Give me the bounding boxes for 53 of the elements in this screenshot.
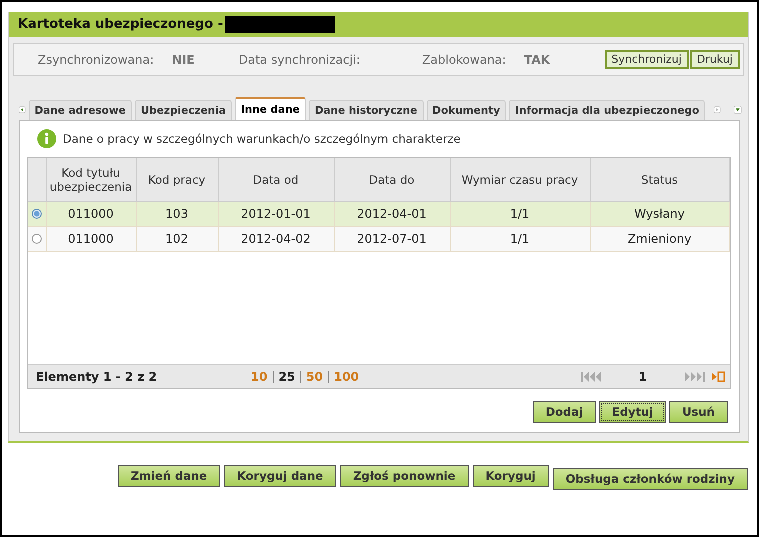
- table-cell: 2012-07-01: [334, 226, 450, 252]
- action-button[interactable]: Zmień dane: [118, 465, 220, 487]
- last-page-icon[interactable]: [684, 370, 706, 382]
- field-value: TAK: [524, 52, 550, 66]
- tab[interactable]: Informacja dla ubezpieczonego: [509, 100, 706, 120]
- radio-button[interactable]: [32, 234, 42, 244]
- first-page-icon[interactable]: [580, 370, 602, 382]
- column-header[interactable]: Wymiar czasu pracy: [450, 158, 590, 202]
- section-title: Dane o pracy w szczególnych warunkach/o szczególnym charakterze: [63, 132, 461, 146]
- table-cell: 2012-01-01: [218, 202, 334, 226]
- action-button[interactable]: Obsługa członków rodziny: [552, 468, 748, 490]
- action-button[interactable]: Koryguj: [472, 465, 549, 487]
- table-cell: 102: [136, 226, 218, 252]
- page-size-option[interactable]: 25: [272, 370, 300, 382]
- radio-button[interactable]: [32, 209, 42, 219]
- action-button[interactable]: Zgłoś ponownie: [340, 465, 469, 487]
- table-cell: 011000: [46, 226, 136, 252]
- toolbar-button[interactable]: Drukuj: [690, 50, 740, 69]
- field-label: Zablokowana:: [422, 52, 506, 66]
- table-cell: 1/1: [450, 226, 590, 252]
- table-cell: 1/1: [450, 202, 590, 226]
- column-header[interactable]: Status: [590, 158, 730, 202]
- tab[interactable]: Dokumenty: [426, 100, 506, 120]
- column-header[interactable]: Kod tytułu ubezpieczenia: [46, 158, 136, 202]
- table-cell: Wysłany: [590, 202, 730, 226]
- info-icon: [37, 129, 57, 149]
- table-cell: 011000: [46, 202, 136, 226]
- dropdown-icon[interactable]: [734, 103, 742, 117]
- table-cell: Zmieniony: [590, 226, 730, 252]
- item-count: Elementy 1 - 2 z 2: [36, 370, 158, 384]
- action-button[interactable]: Usuń: [669, 401, 728, 423]
- column-header[interactable]: Kod pracy: [136, 158, 218, 202]
- tab[interactable]: Dane historyczne: [308, 100, 424, 120]
- table-cell: 2012-04-01: [334, 202, 450, 226]
- page-number: 1: [638, 370, 648, 384]
- action-button[interactable]: Koryguj dane: [224, 465, 336, 487]
- scroll-right-icon[interactable]: [714, 104, 722, 116]
- action-button[interactable]: Dodaj: [532, 401, 596, 423]
- tab[interactable]: Dane adresowe: [28, 100, 132, 120]
- tab[interactable]: Inne dane: [235, 97, 306, 120]
- action-button[interactable]: Edytuj: [599, 401, 666, 423]
- field-label: Zsynchronizowana:: [38, 52, 154, 66]
- export-icon[interactable]: [712, 370, 726, 382]
- column-header[interactable]: Data do: [334, 158, 450, 202]
- tab[interactable]: Ubezpieczenia: [134, 100, 232, 120]
- table-cell: 2012-04-02: [218, 226, 334, 252]
- field-value: NIE: [172, 52, 195, 66]
- column-header[interactable]: Data od: [218, 158, 334, 202]
- field-label: Data synchronizacji:: [238, 52, 360, 66]
- toolbar-button[interactable]: Synchronizuj: [604, 50, 689, 69]
- scroll-left-icon[interactable]: [19, 104, 26, 116]
- table-cell: 103: [136, 202, 218, 226]
- window-title: Kartoteka ubezpieczonego -: [18, 17, 224, 32]
